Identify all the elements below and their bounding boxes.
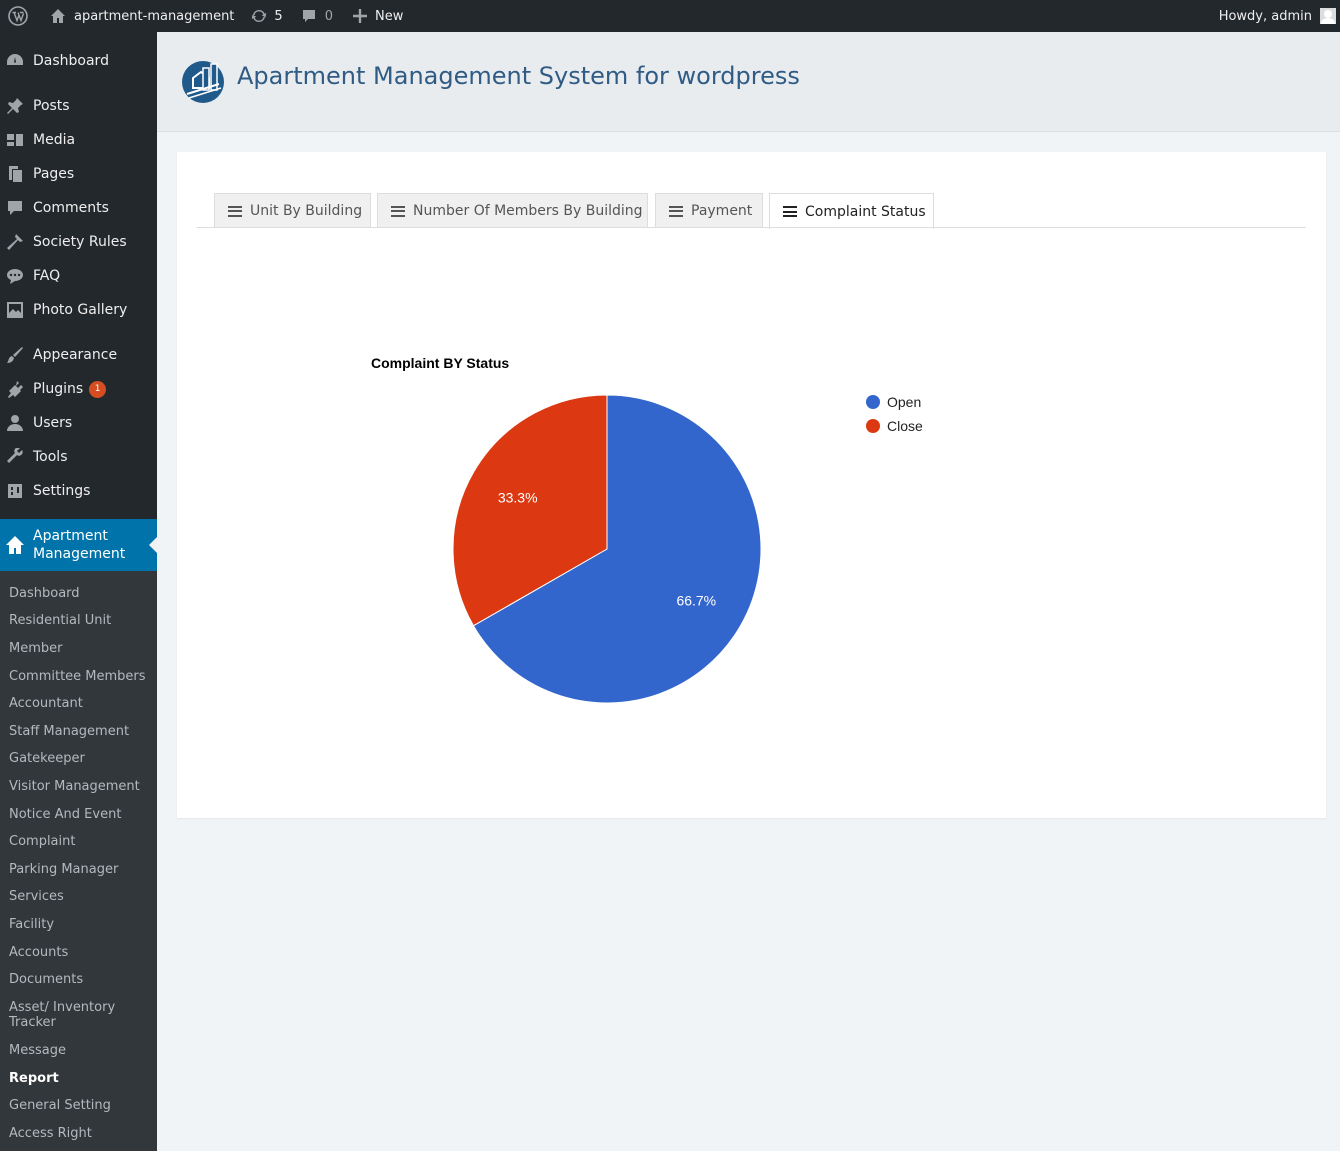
- sidebar-item-photo-gallery[interactable]: Photo Gallery: [0, 293, 157, 327]
- sidebar-item-faq[interactable]: FAQ: [0, 259, 157, 293]
- home-icon: [51, 9, 65, 23]
- admin-bar: apartment-management 5 0 New Howdy, admi…: [0, 0, 1340, 32]
- submenu-item-committee-members[interactable]: Committee Members: [9, 669, 154, 684]
- submenu-item-report[interactable]: Report: [9, 1071, 154, 1086]
- sidebar-item-tools[interactable]: Tools: [0, 440, 157, 474]
- sidebar-item-label: Apartment Management: [33, 528, 126, 562]
- sidebar-item-apartment-management[interactable]: Apartment Management: [0, 519, 157, 571]
- sidebar-item-users[interactable]: Users: [0, 406, 157, 440]
- sidebar-item-label: Users: [33, 415, 73, 431]
- sidebar-item-label: Comments: [33, 200, 109, 216]
- sidebar-item-label: Dashboard: [33, 53, 109, 69]
- submenu-item-residential-unit[interactable]: Residential Unit: [9, 613, 154, 628]
- sidebar-item-label: Photo Gallery: [33, 302, 128, 318]
- wrench-icon: [0, 448, 33, 466]
- legend-marker-open: [866, 395, 880, 409]
- comment-icon: [0, 199, 33, 217]
- legend-label-close[interactable]: Close: [887, 418, 923, 434]
- submenu-item-asset-inventory-tracker[interactable]: Asset/ Inventory Tracker: [9, 1000, 119, 1030]
- my-account[interactable]: Howdy, admin: [1211, 0, 1340, 32]
- sidebar-item-label: FAQ: [33, 268, 61, 284]
- user-icon: [0, 414, 33, 432]
- plugins-update-badge: 1: [89, 380, 107, 398]
- sidebar-item-label: Tools: [33, 449, 68, 465]
- submenu-item-documents[interactable]: Documents: [9, 972, 154, 987]
- sidebar-item-media[interactable]: Media: [0, 123, 157, 157]
- submenu-item-access-right[interactable]: Access Right: [9, 1126, 154, 1141]
- sidebar-item-appearance[interactable]: Appearance: [0, 338, 157, 372]
- submenu-item-notice-and-event[interactable]: Notice And Event: [9, 807, 154, 822]
- submenu-item-facility[interactable]: Facility: [9, 917, 154, 932]
- apartment-submenu: Dashboard Residential Unit Member Commit…: [0, 571, 157, 1151]
- sidebar-item-label: Plugins: [33, 381, 84, 397]
- updates-link[interactable]: 5: [242, 0, 290, 32]
- submenu-item-gatekeeper[interactable]: Gatekeeper: [9, 751, 154, 766]
- brush-icon: [0, 346, 33, 364]
- refresh-icon: [252, 9, 267, 23]
- page-title: Apartment Management System for wordpres…: [237, 62, 800, 90]
- sidebar-item-plugins[interactable]: Plugins 1: [0, 372, 157, 406]
- submenu-item-accounts[interactable]: Accounts: [9, 945, 154, 960]
- submenu-item-dashboard[interactable]: Dashboard: [9, 586, 154, 601]
- submenu-item-member[interactable]: Member: [9, 641, 154, 656]
- sidebar-item-posts[interactable]: Posts: [0, 89, 157, 123]
- howdy-text: Howdy, admin: [1218, 8, 1312, 24]
- submenu-item-visitor-management[interactable]: Visitor Management: [9, 779, 154, 794]
- admin-sidebar: Dashboard Posts Media Pages Comments Soc…: [0, 32, 157, 1151]
- sidebar-item-settings[interactable]: Settings: [0, 474, 157, 508]
- pie-slice-label: 33.3%: [498, 489, 538, 505]
- plus-icon: [352, 9, 367, 23]
- submenu-item-staff-management[interactable]: Staff Management: [9, 724, 154, 739]
- wordpress-icon: [8, 6, 28, 26]
- new-content-link[interactable]: New: [341, 0, 411, 32]
- hammer-icon: [0, 233, 33, 251]
- submenu-item-accountant[interactable]: Accountant: [9, 696, 154, 711]
- chat-icon: [0, 267, 33, 285]
- submenu-item-parking-manager[interactable]: Parking Manager: [9, 862, 154, 877]
- gallery-icon: [0, 301, 33, 319]
- site-name-link[interactable]: apartment-management: [36, 0, 242, 32]
- legend-marker-close: [866, 419, 880, 433]
- updates-count: 5: [274, 8, 283, 24]
- pie-slice-label: 66.7%: [676, 593, 716, 609]
- pin-icon: [0, 97, 33, 115]
- plugin-icon: [0, 380, 33, 398]
- sidebar-item-label: Society Rules: [33, 234, 127, 250]
- new-label: New: [374, 8, 404, 24]
- sidebar-item-comments[interactable]: Comments: [0, 191, 157, 225]
- media-icon: [0, 131, 33, 149]
- sidebar-item-label: Posts: [33, 98, 70, 114]
- submenu-item-general-setting[interactable]: General Setting: [9, 1098, 154, 1113]
- chart-title: Complaint BY Status: [371, 355, 509, 371]
- comment-icon: [302, 10, 315, 22]
- submenu-item-complaint[interactable]: Complaint: [9, 834, 154, 849]
- legend-label-open[interactable]: Open: [887, 394, 921, 410]
- apartment-logo-icon: [182, 61, 224, 103]
- sidebar-item-pages[interactable]: Pages: [0, 157, 157, 191]
- home-icon: [0, 535, 33, 555]
- comments-link[interactable]: 0: [291, 0, 341, 32]
- settings-icon: [0, 482, 33, 500]
- sidebar-item-label: Media: [33, 132, 76, 148]
- dashboard-icon: [0, 52, 33, 70]
- site-name: apartment-management: [74, 8, 235, 24]
- page-header: Apartment Management System for wordpres…: [157, 32, 1340, 132]
- avatar: [1320, 8, 1336, 24]
- submenu-item-message[interactable]: Message: [9, 1043, 154, 1058]
- sidebar-item-society-rules[interactable]: Society Rules: [0, 225, 157, 259]
- sidebar-item-label: Pages: [33, 166, 75, 182]
- submenu-item-services[interactable]: Services: [9, 889, 154, 904]
- sidebar-item-label: Appearance: [33, 347, 118, 363]
- comments-count: 0: [324, 8, 333, 24]
- wordpress-logo[interactable]: [0, 0, 36, 32]
- sidebar-item-dashboard[interactable]: Dashboard: [0, 44, 157, 78]
- complaint-status-pie-chart: Complaint BY Status 66.7% 33.3% Open Close: [371, 355, 923, 704]
- pages-icon: [0, 165, 33, 183]
- sidebar-item-label: Settings: [33, 483, 91, 499]
